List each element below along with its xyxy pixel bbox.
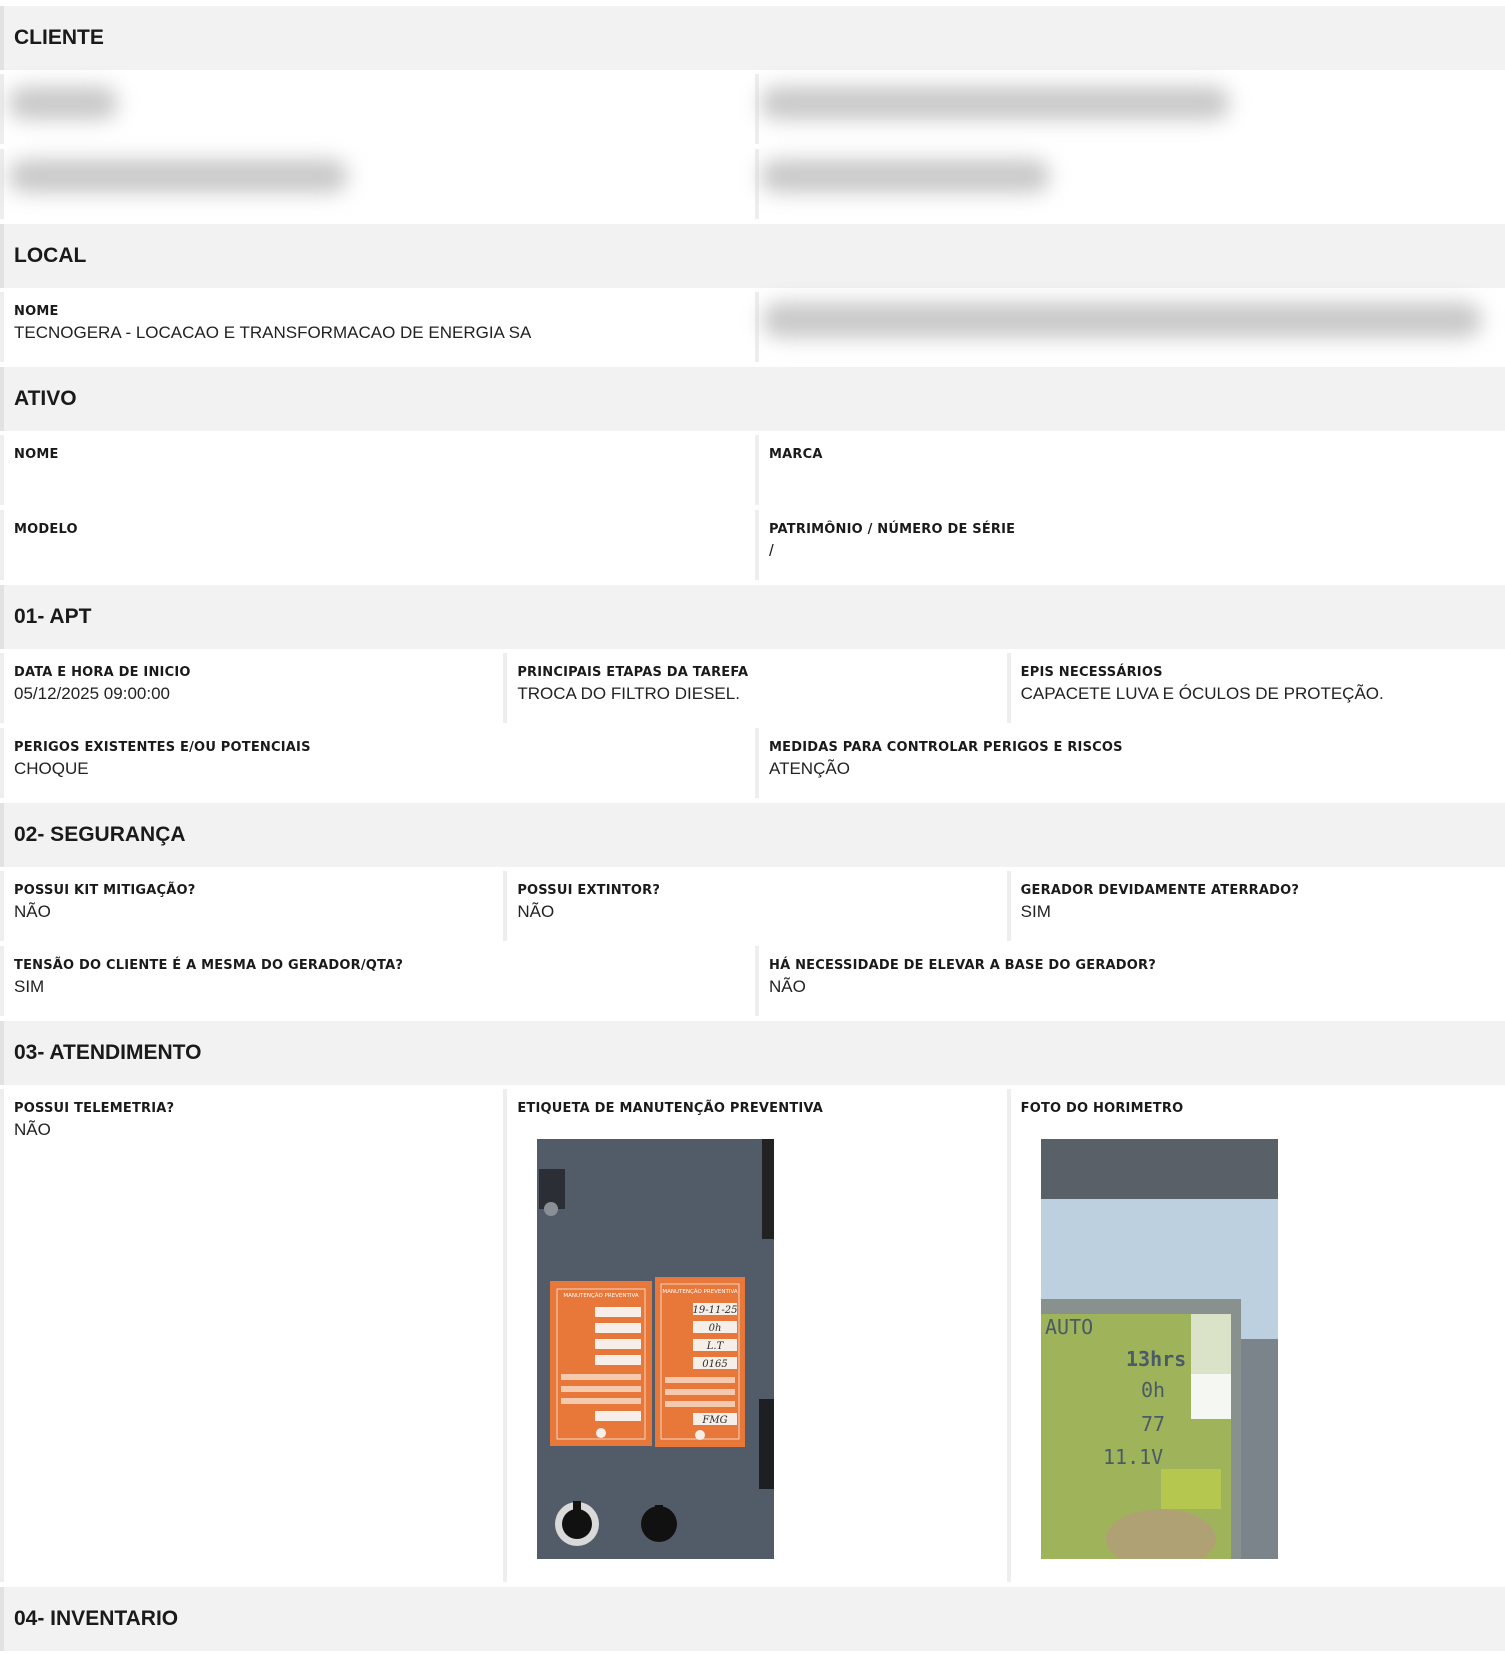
service-report: CLIENTE LOCAL NOME TECNOGERA - LOCACAO E… [0,6,1505,1655]
seguranca-base-cell: HÁ NECESSIDADE DE ELEVAR A BASE DO GERAD… [755,946,1505,1016]
field-label: NOME [14,304,59,319]
redacted-blur [8,159,348,193]
field-label: MEDIDAS PARA CONTROLAR PERIGOS E RISCOS [769,740,1123,755]
field-value: SIM [1020,902,1051,921]
field-value: CHOQUE [14,759,89,778]
lcd-hours: 13hrs [1126,1347,1186,1371]
ativo-row-1: NOME MARCA [0,435,1505,505]
field-label: GERADOR DEVIDAMENTE ATERRADO? [1020,883,1300,898]
field-label: POSSUI KIT MITIGAÇÃO? [14,883,196,898]
seguranca-row-1: POSSUI KIT MITIGAÇÃO? NÃO POSSUI EXTINTO… [0,871,1505,941]
field-label: MARCA [769,447,823,462]
seguranca-tensao-cell: TENSÃO DO CLIENTE É A MESMA DO GERADOR/Q… [0,946,750,1016]
tag-right-resp: FMG [702,1415,728,1426]
field-value: NÃO [14,1120,51,1139]
field-label: PATRIMÔNIO / NÚMERO DE SÉRIE [769,522,1016,537]
seguranca-aterrado-cell: GERADOR DEVIDAMENTE ATERRADO? SIM [1006,871,1505,941]
hour-meter-photo[interactable]: AUTO 13hrs 0h 77 11.1V [1040,1139,1278,1559]
seguranca-row-2: TENSÃO DO CLIENTE É A MESMA DO GERADOR/Q… [0,946,1505,1016]
field-value: TROCA DO FILTRO DIESEL. [517,684,740,703]
atendimento-row: POSSUI TELEMETRIA? NÃO ETIQUETA DE MANUT… [0,1089,1505,1582]
field-label: HÁ NECESSIDADE DE ELEVAR A BASE DO GERAD… [769,958,1157,973]
redacted-blur [760,86,1230,120]
field-label: POSSUI TELEMETRIA? [14,1101,175,1116]
apt-row-1: DATA E HORA DE INICIO 05/12/2025 09:00:0… [0,653,1505,723]
field-value: NÃO [769,977,806,996]
apt-etapas-cell: PRINCIPAIS ETAPAS DA TAREFA TROCA DO FIL… [503,653,1002,723]
atendimento-horimetro-cell: FOTO DO HORIMETRO AUTO 13hrs 0h 77 11.1V [1006,1089,1505,1582]
field-value: 05/12/2025 09:00:00 [14,684,170,703]
tag-right-hours: 0h [709,1323,722,1334]
atendimento-etiqueta-cell: ETIQUETA DE MANUTENÇÃO PREVENTIVA MANUTE… [503,1089,1002,1582]
cliente-row-1 [0,74,1505,144]
tag-right-horimetro: 0165 [703,1359,728,1370]
field-label: ETIQUETA DE MANUTENÇÃO PREVENTIVA [517,1101,824,1116]
field-value: ATENÇÃO [769,759,850,778]
field-label: TENSÃO DO CLIENTE É A MESMA DO GERADOR/Q… [14,958,404,973]
local-row: NOME TECNOGERA - LOCACAO E TRANSFORMACAO… [0,292,1505,362]
field-label: FOTO DO HORIMETRO [1020,1101,1184,1116]
atendimento-telemetria-cell: POSSUI TELEMETRIA? NÃO [0,1089,499,1582]
section-inventario: 04- INVENTARIO [0,1587,1505,1651]
tag-right-date: 19-11-25 [693,1305,738,1316]
ativo-patrimonio-cell: PATRIMÔNIO / NÚMERO DE SÉRIE / [755,510,1505,580]
field-value: SIM [14,977,45,996]
lcd-minutes: 0h [1141,1378,1165,1402]
field-label: PERIGOS EXISTENTES E/OU POTENCIAIS [14,740,311,755]
local-nome-cell: NOME TECNOGERA - LOCACAO E TRANSFORMACAO… [0,292,750,362]
section-apt: 01- APT [0,585,1505,649]
apt-medidas-cell: MEDIDAS PARA CONTROLAR PERIGOS E RISCOS … [755,728,1505,798]
maintenance-label-photo[interactable]: MANUTENÇÃO PREVENTIVA MANUTENÇÃO PREVENT… [537,1139,775,1559]
lcd-voltage: 11.1V [1103,1445,1163,1469]
seguranca-kit-cell: POSSUI KIT MITIGAÇÃO? NÃO [0,871,499,941]
lcd-temperature: 77 [1141,1412,1165,1436]
section-seguranca: 02- SEGURANÇA [0,803,1505,867]
field-value: CAPACETE LUVA E ÓCULOS DE PROTEÇÃO. [1020,684,1384,703]
field-value: TECNOGERA - LOCACAO E TRANSFORMACAO DE E… [14,323,532,342]
section-atendimento: 03- ATENDIMENTO [0,1021,1505,1085]
redacted-blur [762,302,1482,338]
ativo-marca-cell: MARCA [755,435,1505,505]
section-local: LOCAL [0,224,1505,288]
cliente-row-2 [0,149,1505,219]
field-label: NOME [14,447,59,462]
field-label: MODELO [14,522,78,537]
field-value: NÃO [517,902,555,921]
seguranca-extintor-cell: POSSUI EXTINTOR? NÃO [503,871,1002,941]
field-value: NÃO [14,902,51,921]
ativo-nome-cell: NOME [0,435,750,505]
ativo-modelo-cell: MODELO [0,510,750,580]
field-label: PRINCIPAIS ETAPAS DA TAREFA [517,665,749,680]
section-cliente: CLIENTE [0,6,1505,70]
lcd-mode: AUTO [1045,1315,1093,1339]
field-value: / [769,541,774,560]
redacted-blur [8,86,118,120]
ativo-row-2: MODELO PATRIMÔNIO / NÚMERO DE SÉRIE / [0,510,1505,580]
apt-data-cell: DATA E HORA DE INICIO 05/12/2025 09:00:0… [0,653,499,723]
apt-perigos-cell: PERIGOS EXISTENTES E/OU POTENCIAIS CHOQU… [0,728,750,798]
apt-epis-cell: EPIS NECESSÁRIOS CAPACETE LUVA E ÓCULOS … [1006,653,1505,723]
tag-right-title: MANUTENÇÃO PREVENTIVA [663,1288,739,1295]
tag-left-title: MANUTENÇÃO PREVENTIVA [564,1292,640,1299]
field-label: DATA E HORA DE INICIO [14,665,191,680]
tag-right-plano: L.T [706,1341,725,1352]
field-label: POSSUI EXTINTOR? [517,883,661,898]
section-ativo: ATIVO [0,367,1505,431]
field-label: EPIS NECESSÁRIOS [1020,665,1163,680]
redacted-blur [760,159,1050,193]
apt-row-2: PERIGOS EXISTENTES E/OU POTENCIAIS CHOQU… [0,728,1505,798]
